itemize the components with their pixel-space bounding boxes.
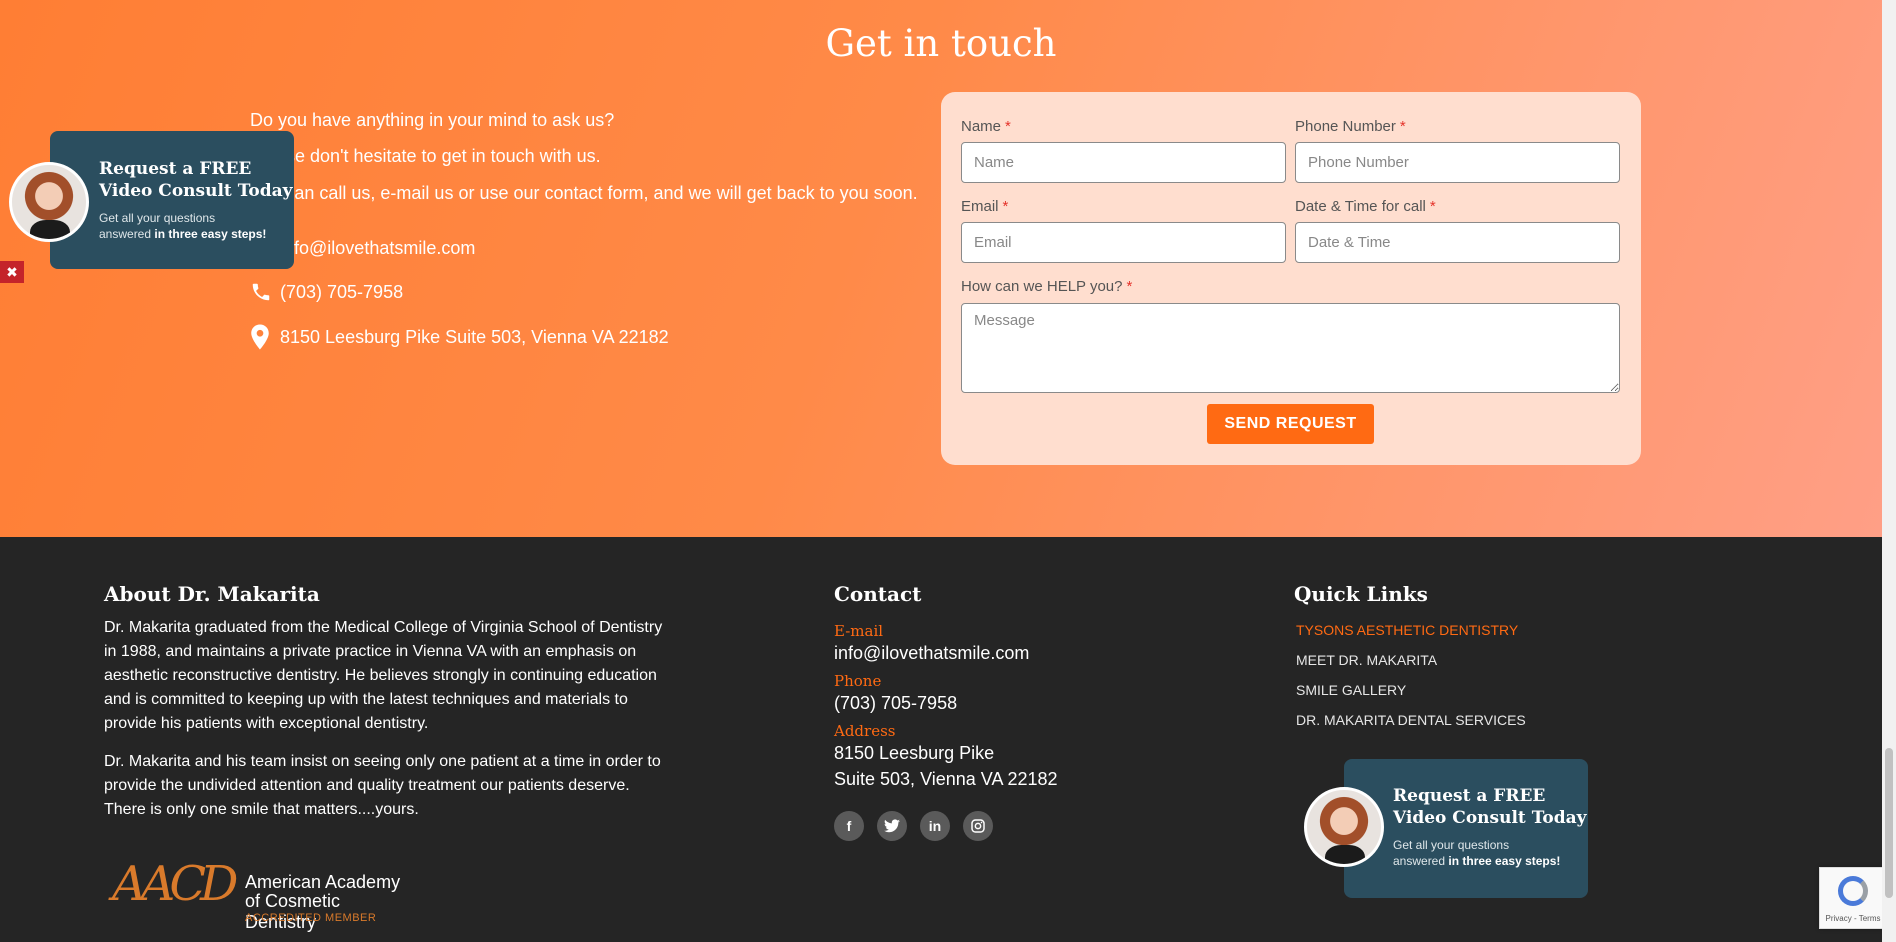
intro-line: Please don't hesitate to get in touch wi… bbox=[250, 146, 601, 166]
promo-subtitle: Get all your questions answered in three … bbox=[99, 211, 267, 241]
aacd-logo: AACD American Academy of Cosmetic Dentis… bbox=[112, 856, 401, 932]
quick-link[interactable]: DR. MAKARITA DENTAL SERVICES bbox=[1296, 712, 1526, 728]
scrollbar-thumb[interactable] bbox=[1885, 748, 1893, 898]
name-label: Name * bbox=[961, 118, 1011, 135]
recaptcha-badge[interactable]: Privacy - Terms bbox=[1819, 867, 1885, 929]
quick-link[interactable]: SMILE GALLERY bbox=[1296, 682, 1406, 698]
contact-heading: Contact bbox=[834, 582, 922, 606]
phone-label: Phone Number * bbox=[1295, 118, 1406, 135]
footer-address: 8150 Leesburg Pike Suite 503, Vienna VA 2… bbox=[834, 743, 1058, 789]
phone-icon bbox=[250, 281, 280, 303]
contact-phone[interactable]: (703) 705-7958 bbox=[250, 281, 403, 303]
email-input[interactable] bbox=[961, 222, 1286, 263]
about-heading: About Dr. Makarita bbox=[104, 582, 320, 606]
footer-email-label: E-mail bbox=[834, 622, 884, 640]
quick-links-heading: Quick Links bbox=[1294, 582, 1428, 606]
footer-email-link[interactable]: info@ilovethatsmile.com bbox=[834, 640, 1029, 666]
linkedin-icon[interactable]: in bbox=[920, 811, 950, 841]
contact-form: Name* Phone Number* Email* Date & Time f… bbox=[941, 92, 1641, 465]
footer-phone-link[interactable]: (703) 705-7958 bbox=[834, 690, 957, 716]
datetime-input[interactable] bbox=[1295, 222, 1620, 263]
recaptcha-icon bbox=[1838, 876, 1868, 906]
contact-address-text: 8150 Leesburg Pike Suite 503, Vienna VA … bbox=[280, 326, 669, 347]
about-paragraph: Dr. Makarita and his team insist on seei… bbox=[104, 753, 661, 818]
send-request-button[interactable]: SEND REQUEST bbox=[1207, 404, 1374, 444]
section-title: Get in touch bbox=[825, 22, 1057, 65]
promo-avatar bbox=[1304, 787, 1384, 867]
intro-line: You can call us, e-mail us or use our co… bbox=[250, 183, 918, 203]
message-label: How can we HELP you? * bbox=[961, 278, 1133, 295]
message-textarea[interactable] bbox=[961, 303, 1620, 393]
name-input[interactable] bbox=[961, 142, 1286, 183]
footer-address-label: Address bbox=[834, 722, 896, 740]
social-links: f in bbox=[834, 811, 993, 841]
footer-phone-label: Phone bbox=[834, 672, 882, 690]
close-icon[interactable]: ✖ bbox=[0, 261, 24, 283]
contact-email-text: info@ilovethatsmile.com bbox=[280, 238, 476, 258]
instagram-icon[interactable] bbox=[963, 811, 993, 841]
location-pin-icon bbox=[250, 324, 280, 350]
promo-subtitle: Get all your questions answered in three … bbox=[1393, 838, 1561, 868]
contact-phone-text: (703) 705-7958 bbox=[280, 281, 404, 302]
email-label: Email * bbox=[961, 198, 1009, 215]
promo-title: Request a FREE Video Consult Today bbox=[99, 159, 293, 201]
contact-address: 8150 Leesburg Pike Suite 503, Vienna VA … bbox=[250, 324, 669, 350]
recaptcha-links[interactable]: Privacy - Terms bbox=[1820, 914, 1886, 923]
intro-line: Do you have anything in your mind to ask… bbox=[250, 110, 615, 130]
facebook-icon[interactable]: f bbox=[834, 811, 864, 841]
twitter-icon[interactable] bbox=[877, 811, 907, 841]
promo-avatar bbox=[9, 162, 89, 242]
phone-input[interactable] bbox=[1295, 142, 1620, 183]
quick-link[interactable]: TYSONS AESTHETIC DENTISTRY bbox=[1296, 622, 1518, 638]
page-scrollbar[interactable] bbox=[1882, 0, 1896, 942]
quick-link[interactable]: MEET DR. MAKARITA bbox=[1296, 652, 1437, 668]
promo-title: Request a FREE Video Consult Today bbox=[1393, 786, 1587, 828]
datetime-label: Date & Time for call * bbox=[1295, 198, 1436, 215]
about-paragraph: Dr. Makarita graduated from the Medical … bbox=[104, 619, 663, 732]
